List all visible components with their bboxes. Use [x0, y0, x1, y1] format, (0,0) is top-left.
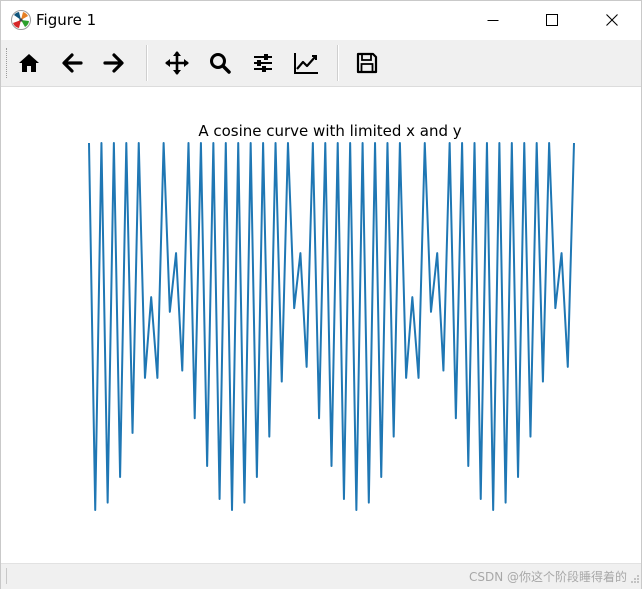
move-icon — [165, 51, 189, 75]
line-chart-icon — [294, 53, 318, 74]
pan-button[interactable] — [160, 47, 194, 79]
save-button[interactable] — [350, 47, 384, 79]
window-title: Figure 1 — [36, 11, 97, 29]
plot-area — [88, 142, 575, 511]
edit-axes-button[interactable] — [289, 47, 323, 79]
toolbar-grip[interactable] — [6, 48, 10, 78]
configure-subplots-button[interactable] — [246, 47, 280, 79]
close-button[interactable] — [589, 1, 635, 39]
cosine-line — [88, 142, 575, 511]
maximize-icon — [546, 14, 558, 26]
resize-grip-icon[interactable] — [630, 569, 640, 588]
arrow-right-icon — [103, 53, 124, 73]
figure-canvas[interactable]: A cosine curve with limited x and y — [1, 87, 641, 563]
magnifier-icon — [210, 53, 231, 74]
home-button[interactable] — [12, 47, 46, 79]
figure-window: Figure 1 A cosine curve with limited x a… — [0, 0, 642, 589]
minimize-icon — [487, 20, 499, 21]
status-divider — [6, 568, 7, 584]
sliders-icon — [254, 54, 272, 72]
zoom-button[interactable] — [203, 47, 237, 79]
back-button[interactable] — [55, 47, 89, 79]
close-icon — [606, 14, 618, 26]
toolbar-separator — [146, 45, 148, 81]
status-bar: CSDN @你这个阶段睡得着的 — [1, 563, 641, 589]
arrow-left-icon — [62, 53, 83, 73]
navigation-toolbar — [1, 40, 641, 87]
home-icon — [19, 54, 39, 72]
watermark-text: CSDN @你这个阶段睡得着的 — [468, 570, 627, 584]
toolbar-separator — [337, 45, 339, 81]
minimize-button[interactable] — [470, 1, 516, 39]
title-bar[interactable]: Figure 1 — [1, 1, 641, 39]
maximize-button[interactable] — [529, 1, 575, 39]
matplotlib-icon — [10, 9, 32, 31]
floppy-disk-icon — [356, 52, 378, 74]
forward-button[interactable] — [97, 47, 131, 79]
